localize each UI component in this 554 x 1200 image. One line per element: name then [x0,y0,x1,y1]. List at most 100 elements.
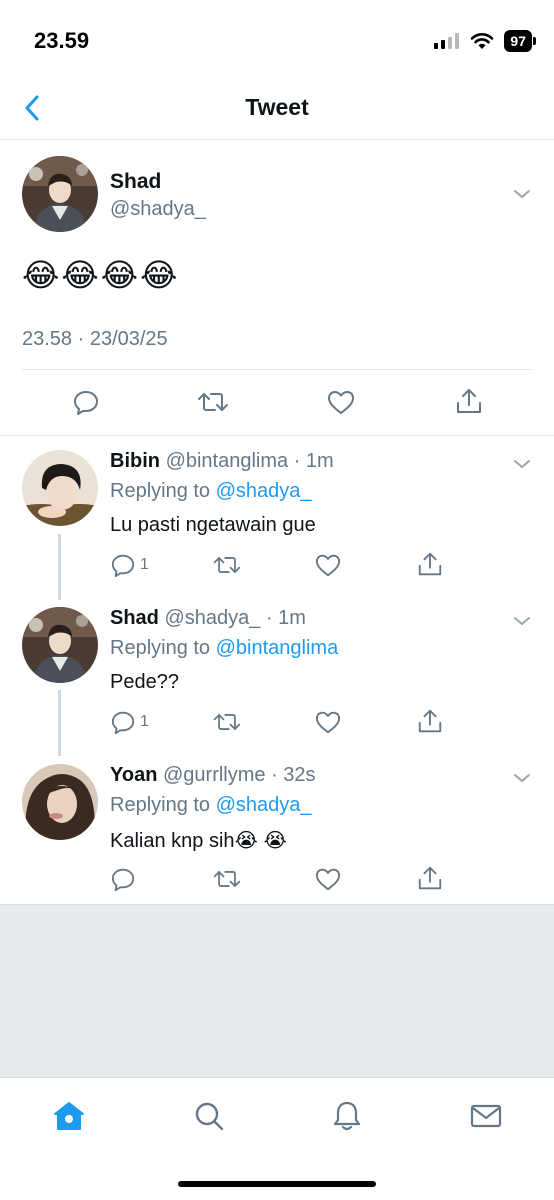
comment-icon [111,868,135,892]
chevron-down-icon [514,190,530,199]
replying-to: Replying to @bintanglima [110,637,338,660]
author-name[interactable]: Shad [110,607,159,629]
retweet-button[interactable] [196,388,230,416]
heart-icon [315,554,341,577]
status-time: 23.59 [34,28,90,53]
retweet-button[interactable] [212,709,242,735]
heart-icon [315,711,341,734]
author-name[interactable]: Yoan [110,764,157,786]
like-button[interactable] [326,388,356,416]
reply-actions: 1 [0,705,554,741]
share-button[interactable] [416,864,444,892]
like-button[interactable] [314,552,342,578]
share-icon [418,866,442,890]
wifi-icon [471,33,494,49]
retweet-icon [213,714,241,730]
tweet-menu-button[interactable] [510,452,534,476]
reply-count: 1 [140,713,149,730]
search-icon [195,1102,224,1131]
reply-item[interactable]: Bibin @bintanglima · 1m Replying to @sha… [0,436,554,593]
replying-to-link[interactable]: @shadya_ [216,480,312,502]
tab-home[interactable] [49,1096,89,1136]
author-handle[interactable]: @shadya_ [110,198,206,221]
comment-icon [74,391,98,415]
avatar[interactable] [22,450,98,526]
tweet-menu-button[interactable] [510,766,534,790]
avatar[interactable] [22,764,98,840]
retweet-icon [213,871,241,887]
chevron-down-icon [514,460,530,469]
author-handle[interactable]: @gurrllyme [163,764,266,786]
battery-indicator: 97 [504,30,536,52]
heart-icon [328,391,354,414]
reply-button[interactable]: 1 [110,709,149,735]
reply-time: · 32s [271,764,316,786]
reply-header: Shad @shadya_ · 1m [110,607,306,630]
reply-button[interactable] [72,388,100,416]
reply-button[interactable] [110,866,136,892]
comment-icon [111,554,135,578]
share-button[interactable] [416,550,444,578]
share-button[interactable] [416,707,444,735]
reply-actions: 1 [0,548,554,584]
bell-icon [333,1101,361,1131]
share-icon [418,552,442,576]
avatar[interactable] [22,607,98,683]
divider [22,369,532,370]
home-indicator [178,1181,376,1187]
reply-time: · 1m [293,450,334,472]
main-tweet: Shad @shadya_ 😂😂😂😂 23.58 · 23/03/25 [0,140,554,436]
mail-icon [470,1104,502,1128]
tweet-menu-button[interactable] [510,609,534,633]
author-handle[interactable]: @bintanglima [166,450,289,472]
replying-to: Replying to @shadya_ [110,480,312,503]
status-bar: 23.59 97 [0,0,554,80]
share-icon [418,709,442,733]
retweet-button[interactable] [212,552,242,578]
reply-item[interactable]: Shad @shadya_ · 1m Replying to @bintangl… [0,593,554,750]
nav-header: Tweet [0,80,554,140]
reply-header: Bibin @bintanglima · 1m [110,450,334,473]
replying-to-link[interactable]: @shadya_ [216,794,312,816]
home-icon [54,1102,84,1130]
tweet-menu-button[interactable] [510,182,534,206]
author-name[interactable]: Shad [110,170,161,194]
author-handle[interactable]: @shadya_ [164,607,260,629]
replying-to-label: Replying to [110,794,211,816]
reply-count: 1 [140,556,149,573]
tweet-actions [0,380,554,424]
avatar[interactable] [22,156,98,232]
author-name[interactable]: Bibin [110,450,160,472]
chevron-down-icon [514,617,530,626]
like-button[interactable] [314,709,342,735]
replying-to-label: Replying to [110,637,211,659]
replying-to: Replying to @shadya_ [110,794,312,817]
replying-to-link[interactable]: @bintanglima [216,637,339,659]
tweet-text: 😂😂😂😂 [22,257,180,293]
cellular-signal-icon [434,33,460,49]
comment-icon [111,711,135,735]
reply-time: · 1m [265,607,306,629]
tab-search[interactable] [189,1096,229,1136]
reply-header: Yoan @gurrllyme · 32s [110,764,316,787]
chevron-down-icon [514,774,530,783]
heart-icon [315,868,341,891]
retweet-icon [198,393,228,411]
reply-text: Lu pasti ngetawain gue [110,514,316,536]
retweet-button[interactable] [212,866,242,892]
reply-text: Pede?? [110,671,179,693]
empty-area [0,904,554,1077]
reply-item[interactable]: Yoan @gurrllyme · 32s Replying to @shady… [0,750,554,904]
reply-actions [0,862,554,898]
retweet-icon [213,557,241,573]
share-button[interactable] [454,386,484,416]
tab-notifications[interactable] [327,1096,367,1136]
reply-button[interactable]: 1 [110,552,149,578]
tab-messages[interactable] [466,1096,506,1136]
page-title: Tweet [245,94,309,120]
share-icon [457,389,481,413]
tweet-timestamp: 23.58 · 23/03/25 [22,328,168,350]
like-button[interactable] [314,866,342,892]
replying-to-label: Replying to [110,480,211,502]
reply-text: Kalian knp sih😭 😭 [110,830,287,852]
